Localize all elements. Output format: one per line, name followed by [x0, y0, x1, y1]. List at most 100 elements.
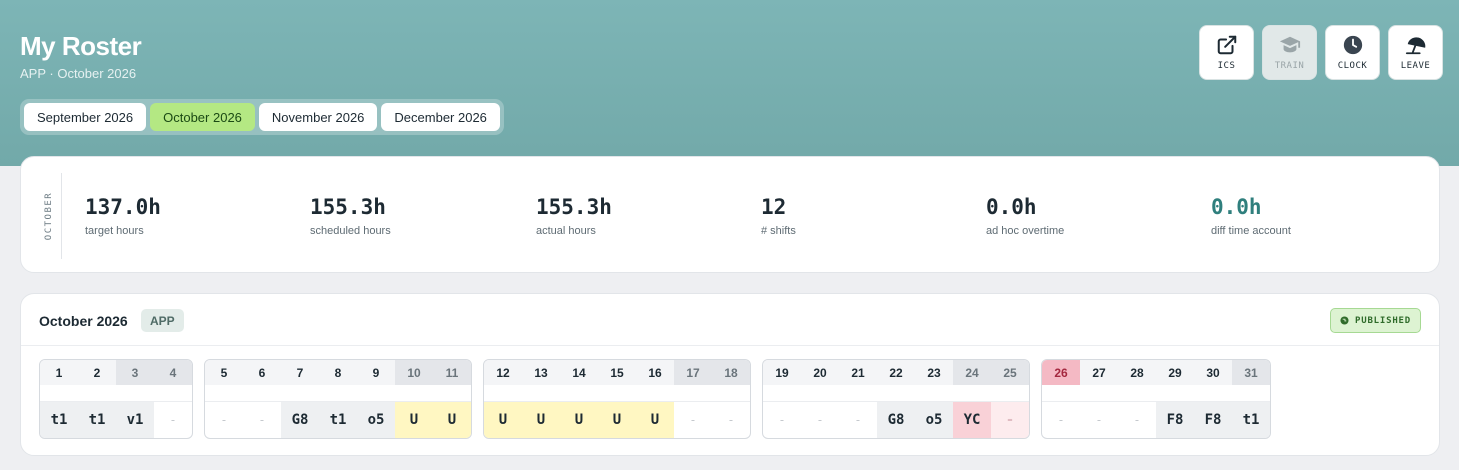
stat-label: scheduled hours [310, 225, 391, 237]
shift-code[interactable]: - [154, 402, 192, 438]
roster-day[interactable]: 26 - [1042, 360, 1080, 438]
clock-button[interactable]: CLOCK [1325, 25, 1380, 80]
day-number: 9 [357, 360, 395, 385]
day-number: 24 [953, 360, 991, 385]
roster-day[interactable]: 15 U [598, 360, 636, 438]
train-button[interactable]: TRAIN [1262, 25, 1317, 80]
tab-september-2026[interactable]: September 2026 [24, 103, 147, 131]
roster-day[interactable]: 19 - [763, 360, 801, 438]
shift-code[interactable]: G8 [877, 402, 915, 438]
roster-day[interactable]: 4- [154, 360, 192, 438]
tab-october-2026[interactable]: October 2026 [150, 103, 255, 131]
roster-day[interactable]: 13 U [522, 360, 560, 438]
shift-code[interactable]: - [243, 402, 281, 438]
status-badge: PUBLISHED [1330, 308, 1421, 333]
shift-code[interactable]: o5 [915, 402, 953, 438]
shift-code[interactable]: o5 [357, 402, 395, 438]
day-spacer [877, 385, 915, 402]
roster-day[interactable]: 24 YC [953, 360, 991, 438]
shift-code[interactable]: t1 [319, 402, 357, 438]
day-spacer [357, 385, 395, 402]
shift-code[interactable]: - [674, 402, 712, 438]
clock-icon [1343, 35, 1362, 55]
shift-code[interactable]: - [1118, 402, 1156, 438]
roster-day[interactable]: 12 U [484, 360, 522, 438]
day-number: 30 [1194, 360, 1232, 385]
shift-code[interactable]: U [560, 402, 598, 438]
shift-code[interactable]: - [763, 402, 801, 438]
stat-value: 0.0h [1211, 195, 1262, 219]
stat-ad-hoc-overtime: 0.0h ad hoc overtime [986, 195, 1064, 237]
shift-code[interactable]: - [712, 402, 750, 438]
roster-day[interactable]: 23 o5 [915, 360, 953, 438]
roster-day[interactable]: 10 U [395, 360, 433, 438]
shift-code[interactable]: - [205, 402, 243, 438]
day-spacer [1118, 385, 1156, 402]
roster-day[interactable]: 1 t1 [40, 360, 78, 438]
day-number: 19 [763, 360, 801, 385]
shift-code[interactable]: U [395, 402, 433, 438]
shift-code[interactable]: U [522, 402, 560, 438]
day-number: 10 [395, 360, 433, 385]
roster-day[interactable]: 18 - [712, 360, 750, 438]
shift-code[interactable]: - [801, 402, 839, 438]
roster-day[interactable]: 30 F8 [1194, 360, 1232, 438]
roster-day[interactable]: 29 F8 [1156, 360, 1194, 438]
shift-code[interactable]: t1 [78, 402, 116, 438]
day-spacer [915, 385, 953, 402]
day-spacer [154, 385, 192, 402]
day-number: 18 [712, 360, 750, 385]
train-label: TRAIN [1274, 61, 1305, 71]
roster-day[interactable]: 27 - [1080, 360, 1118, 438]
roster-day[interactable]: 16 U [636, 360, 674, 438]
shift-code[interactable]: v1 [116, 402, 154, 438]
shift-code[interactable]: t1 [40, 402, 78, 438]
shift-code[interactable]: F8 [1156, 402, 1194, 438]
roster-day[interactable]: 31 t1 [1232, 360, 1270, 438]
roster-day[interactable]: 17 - [674, 360, 712, 438]
roster-day[interactable]: 20 - [801, 360, 839, 438]
shift-code[interactable]: G8 [281, 402, 319, 438]
day-number: 8 [319, 360, 357, 385]
shift-code[interactable]: U [433, 402, 471, 438]
shift-code[interactable]: - [1080, 402, 1118, 438]
stat-label: # shifts [761, 225, 796, 237]
day-spacer [522, 385, 560, 402]
roster-day[interactable]: 22 G8 [877, 360, 915, 438]
shift-code[interactable]: - [991, 402, 1029, 438]
roster-day[interactable]: 7 G8 [281, 360, 319, 438]
roster-day[interactable]: 14 U [560, 360, 598, 438]
roster-day[interactable]: 6- [243, 360, 281, 438]
shift-code[interactable]: - [1042, 402, 1080, 438]
shift-code[interactable]: U [636, 402, 674, 438]
roster-day[interactable]: 9 o5 [357, 360, 395, 438]
ics-button[interactable]: ICS [1199, 25, 1254, 80]
roster-day[interactable]: 3 v1 [116, 360, 154, 438]
roster-day[interactable]: 28 - [1118, 360, 1156, 438]
day-number: 28 [1118, 360, 1156, 385]
shift-code[interactable]: - [839, 402, 877, 438]
roster-day[interactable]: 11 U [433, 360, 471, 438]
stat-target-hours: 137.0h target hours [85, 195, 161, 237]
stat-diff-time-account: 0.0h diff time account [1211, 195, 1291, 237]
tab-november-2026[interactable]: November 2026 [258, 103, 378, 131]
day-spacer [1080, 385, 1118, 402]
day-spacer [78, 385, 116, 402]
roster-day[interactable]: 2 t1 [78, 360, 116, 438]
shift-code[interactable]: YC [953, 402, 991, 438]
shift-code[interactable]: U [598, 402, 636, 438]
roster-day[interactable]: 21 - [839, 360, 877, 438]
shift-code[interactable]: U [484, 402, 522, 438]
shift-code[interactable]: F8 [1194, 402, 1232, 438]
shift-code[interactable]: t1 [1232, 402, 1270, 438]
tab-december-2026[interactable]: December 2026 [381, 103, 500, 131]
roster-day[interactable]: 25 - [991, 360, 1029, 438]
leave-button[interactable]: LEAVE [1388, 25, 1443, 80]
day-number: 26 [1042, 360, 1080, 385]
roster-day[interactable]: 5- [205, 360, 243, 438]
day-number: 4 [154, 360, 192, 385]
roster-day[interactable]: 8 t1 [319, 360, 357, 438]
day-spacer [801, 385, 839, 402]
day-number: 13 [522, 360, 560, 385]
roster-week: 19-20-21-22 G8 23 o5 24 YC 25- [762, 359, 1030, 439]
